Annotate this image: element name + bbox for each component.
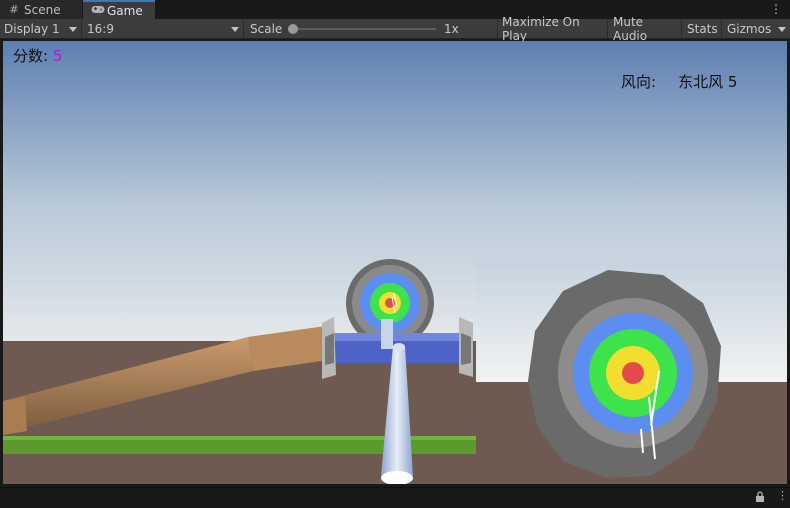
more-options-icon[interactable]: ⋮	[777, 489, 788, 502]
status-bar: ⋮	[0, 487, 790, 508]
scale-slider-thumb[interactable]	[288, 24, 298, 34]
mute-audio-toggle[interactable]: Mute Audio	[609, 15, 682, 43]
gizmos-label: Gizmos	[727, 22, 772, 36]
maximize-on-play-label: Maximize On Play	[502, 15, 580, 43]
aspect-dropdown[interactable]: 16:9	[83, 19, 244, 39]
mute-audio-label: Mute Audio	[613, 15, 648, 43]
wind-display: 风向: 东北风 5	[621, 71, 737, 92]
maximize-on-play-toggle[interactable]: Maximize On Play	[498, 15, 608, 43]
scale-slider-track[interactable]	[294, 28, 436, 30]
score-value: 5	[52, 47, 63, 65]
gizmos-dropdown[interactable]: Gizmos	[723, 19, 790, 39]
wind-value: 东北风 5	[678, 73, 738, 91]
more-options-icon[interactable]: ⋮	[770, 2, 782, 16]
chevron-down-icon	[69, 27, 77, 32]
game-viewport[interactable]: 分数: 5 风向: 东北风 5	[3, 41, 787, 484]
grid-icon: #	[9, 3, 19, 16]
lock-icon[interactable]	[755, 491, 765, 505]
game-scene	[3, 41, 787, 484]
tab-scene-label: Scene	[24, 2, 61, 17]
tab-scene[interactable]: # Scene	[0, 0, 82, 19]
score-label: 分数:	[13, 47, 49, 65]
stats-toggle[interactable]: Stats	[683, 19, 722, 39]
chevron-down-icon	[778, 27, 786, 32]
display-dropdown-label: Display 1	[4, 22, 60, 36]
display-dropdown[interactable]: Display 1	[0, 19, 82, 39]
scale-label: Scale	[250, 22, 283, 36]
tab-game-label: Game	[107, 3, 143, 18]
scale-value: 1x	[444, 22, 459, 36]
score-display: 分数: 5	[13, 45, 62, 66]
target-closeup-view	[476, 262, 787, 484]
stats-label: Stats	[687, 22, 718, 36]
aspect-dropdown-label: 16:9	[87, 22, 114, 36]
wind-label: 风向:	[621, 73, 657, 91]
gamepad-icon	[91, 4, 105, 17]
chevron-down-icon	[231, 27, 239, 32]
tab-game[interactable]: Game	[83, 0, 155, 19]
